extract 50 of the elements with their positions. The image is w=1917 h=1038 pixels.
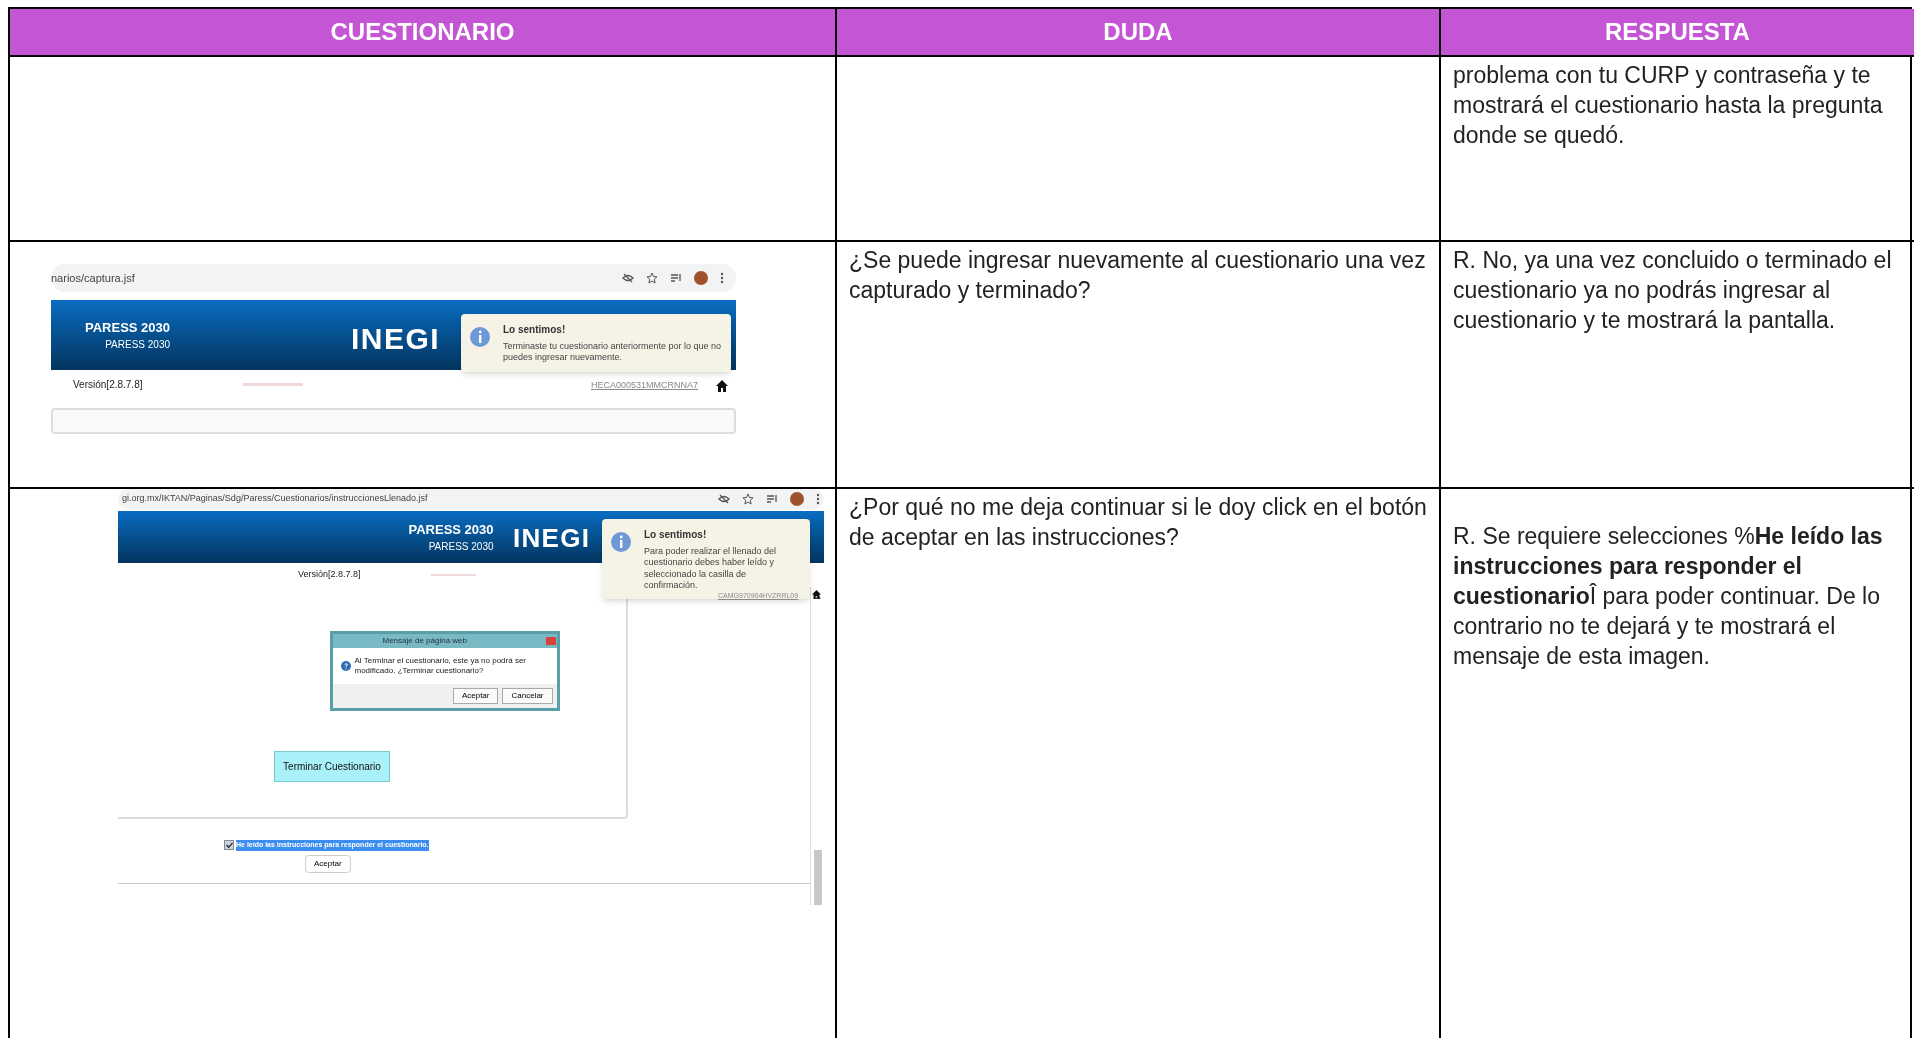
app-subtitle: PARESS 2030 — [105, 338, 171, 353]
column-header: CUESTIONARIO — [330, 17, 515, 47]
app-title: PARESS 2030 — [85, 318, 171, 337]
answer-text: R. No, ya una vez concluido o terminado el cuestionario ya no podrás ingresar al cuestionario y te mostrará la pantalla. — [1453, 246, 1893, 335]
logo-text: INEGI — [513, 522, 591, 555]
close-icon — [545, 637, 556, 645]
question-icon — [340, 661, 351, 671]
info-icon — [469, 326, 491, 348]
version-text: Versión[2.8.7.8] — [298, 568, 361, 582]
accept-button[interactable]: Aceptar — [305, 855, 351, 873]
star-icon — [742, 493, 754, 505]
dialog-button[interactable]: Aceptar — [452, 688, 499, 704]
more-icon — [816, 493, 820, 505]
check-icon — [225, 842, 233, 849]
question-text: ¿Se puede ingresar nuevamente al cuestionario una vez capturado y terminado? — [849, 246, 1427, 305]
user-code: HECA000531MMCRNNA7 — [591, 379, 699, 392]
avatar-icon — [694, 271, 708, 285]
app-title: PARESS 2030 — [408, 520, 494, 539]
finish-button[interactable]: Terminar Cuestionario — [274, 751, 390, 782]
avatar-icon — [790, 492, 804, 506]
notification-title: Lo sentimos! — [644, 528, 707, 542]
star-icon — [646, 272, 658, 284]
url-text: narios/captura.jsf — [51, 270, 136, 286]
playlist-icon — [670, 272, 682, 284]
playlist-icon — [766, 493, 778, 505]
notification-message: Terminaste tu cuestionario anteriormente por lo que no puedes ingresar nuevamente. — [503, 341, 723, 364]
dialog-title: Mensaje de página web — [382, 635, 467, 647]
dialog-button[interactable]: Cancelar — [502, 688, 553, 704]
dialog-message: Al Terminar el cuestionario, este ya no podrá ser modificado. ¿Terminar cuestionario? — [354, 656, 527, 676]
progress-line — [242, 382, 303, 386]
column-header: RESPUESTA — [1605, 17, 1750, 47]
app-subtitle: PARESS 2030 — [428, 540, 494, 555]
version-text: Versión[2.8.7.8] — [73, 377, 143, 392]
notification-message: Para poder realizar el llenado del cuestionario debes haber leído y seleccionado la casilla de confirmación. — [644, 546, 778, 591]
question-text: ¿Por qué no me deja continuar si le doy click en el botón de aceptar en las instrucciones? — [849, 493, 1427, 552]
info-icon — [610, 531, 632, 553]
notification-title: Lo sentimos! — [503, 323, 566, 337]
more-icon — [720, 272, 724, 284]
home-icon — [716, 380, 728, 392]
scrollbar-thumb — [813, 850, 822, 905]
logo-text: INEGI — [351, 321, 441, 357]
checkbox[interactable] — [224, 840, 234, 851]
home-icon — [812, 590, 821, 599]
progress-line — [430, 574, 476, 576]
answer-text: problema con tu CURP y contraseña y te mostrará el cuestionario hasta la pregunta donde se quedó. — [1453, 61, 1884, 150]
answer-text: R. Se requiere selecciones %He leído las instrucciones para responder el cuestionarioÎ para poder continuar. De lo contrario no te dejará y te mostrará el mensaje de esta imagen. — [1453, 522, 1884, 671]
eye-slash-icon — [622, 272, 634, 284]
column-header: DUDA — [1103, 17, 1173, 47]
eye-slash-icon — [718, 493, 730, 505]
url-text: gi.org.mx/IKTAN/Paginas/Sdg/Paress/Cuestionarios/instruccionesLlenado.jsf — [122, 492, 429, 506]
